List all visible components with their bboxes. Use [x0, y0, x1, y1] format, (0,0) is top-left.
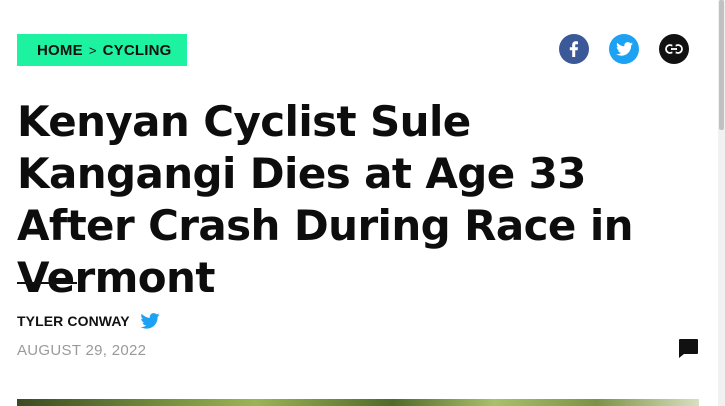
- scrollbar[interactable]: [718, 0, 725, 406]
- twitter-icon: [615, 42, 633, 56]
- twitter-icon: [140, 313, 160, 329]
- headline-divider: [17, 282, 77, 284]
- share-bar: [559, 34, 689, 64]
- comment-icon: [679, 339, 698, 358]
- breadcrumb-section-link[interactable]: CYCLING: [103, 42, 172, 59]
- author-name-link[interactable]: TYLER CONWAY: [17, 313, 130, 329]
- scrollbar-thumb[interactable]: [719, 0, 724, 130]
- link-icon: [665, 44, 683, 54]
- copy-link-button[interactable]: [659, 34, 689, 64]
- breadcrumb-home-link[interactable]: HOME: [37, 42, 83, 59]
- hero-image: [17, 399, 699, 406]
- publish-date: AUGUST 29, 2022: [17, 342, 147, 359]
- article-page: HOME > CYCLING Kenyan Cyclist Sule Kanga…: [0, 0, 725, 406]
- comments-button[interactable]: [677, 338, 701, 362]
- facebook-share-button[interactable]: [559, 34, 589, 64]
- breadcrumb-separator: >: [88, 42, 97, 58]
- author-twitter-link[interactable]: [140, 313, 160, 329]
- byline: TYLER CONWAY: [17, 313, 160, 329]
- article-headline: Kenyan Cyclist Sule Kangangi Dies at Age…: [17, 97, 634, 302]
- twitter-share-button[interactable]: [609, 34, 639, 64]
- breadcrumb: HOME > CYCLING: [17, 34, 187, 66]
- facebook-icon: [569, 41, 578, 57]
